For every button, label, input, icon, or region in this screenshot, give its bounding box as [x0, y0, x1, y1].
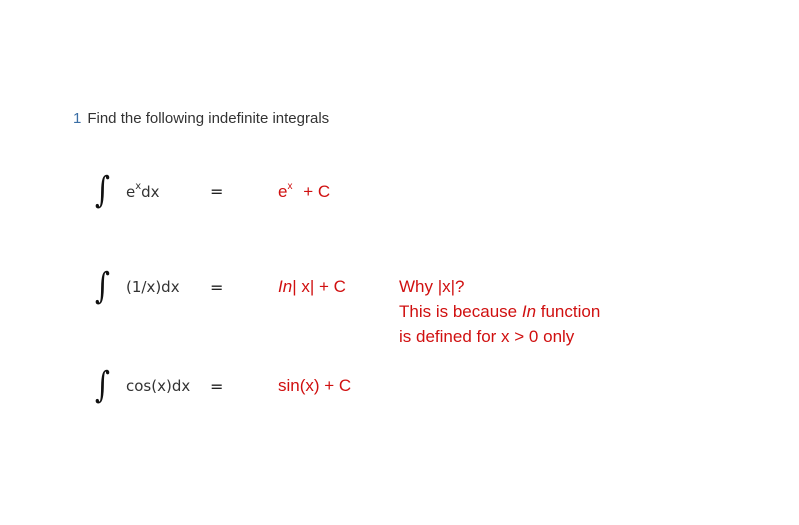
equals-sign-3: =	[210, 377, 224, 396]
equals-sign-1: =	[210, 182, 224, 201]
question-heading: 1 Find the following indefinite integrals	[73, 110, 329, 127]
integrand-1: exdx	[126, 182, 160, 202]
note-line-2: This is because In function	[399, 299, 600, 324]
answer-rest: | x| + C	[292, 277, 346, 296]
equals-sign-2: =	[210, 278, 224, 297]
explanation-note: Why |x|? This is because In function is …	[399, 274, 600, 349]
question-number: 1	[73, 110, 82, 127]
note-line-2-fn: In	[521, 302, 537, 321]
note-line-2-prefix: This is because	[399, 302, 522, 321]
answer-2: In| x| + C	[278, 277, 346, 297]
answer-3: sin(x) + C	[278, 376, 352, 395]
answer-1: ex + C	[278, 182, 330, 202]
note-line-2-suffix: function	[536, 302, 601, 321]
integral-sign-icon: ∫	[95, 170, 111, 211]
answer-exponent: x	[287, 181, 293, 192]
integral-sign-icon: ∫	[95, 266, 111, 307]
integrand-2: (1/x)dx	[126, 278, 180, 296]
integrand-base: e	[126, 183, 136, 201]
note-line-3: is defined for x > 0 only	[399, 327, 575, 346]
note-line-1: Why |x|?	[399, 277, 465, 296]
integral-sign-icon: ∫	[95, 365, 111, 406]
integrand-differential: dx	[141, 183, 160, 201]
question-text: Find the following indefinite integrals	[87, 110, 330, 127]
answer-constant: + C	[303, 182, 331, 201]
integrand-3: cos(x)dx	[126, 377, 191, 395]
answer-ln: In	[278, 277, 293, 296]
